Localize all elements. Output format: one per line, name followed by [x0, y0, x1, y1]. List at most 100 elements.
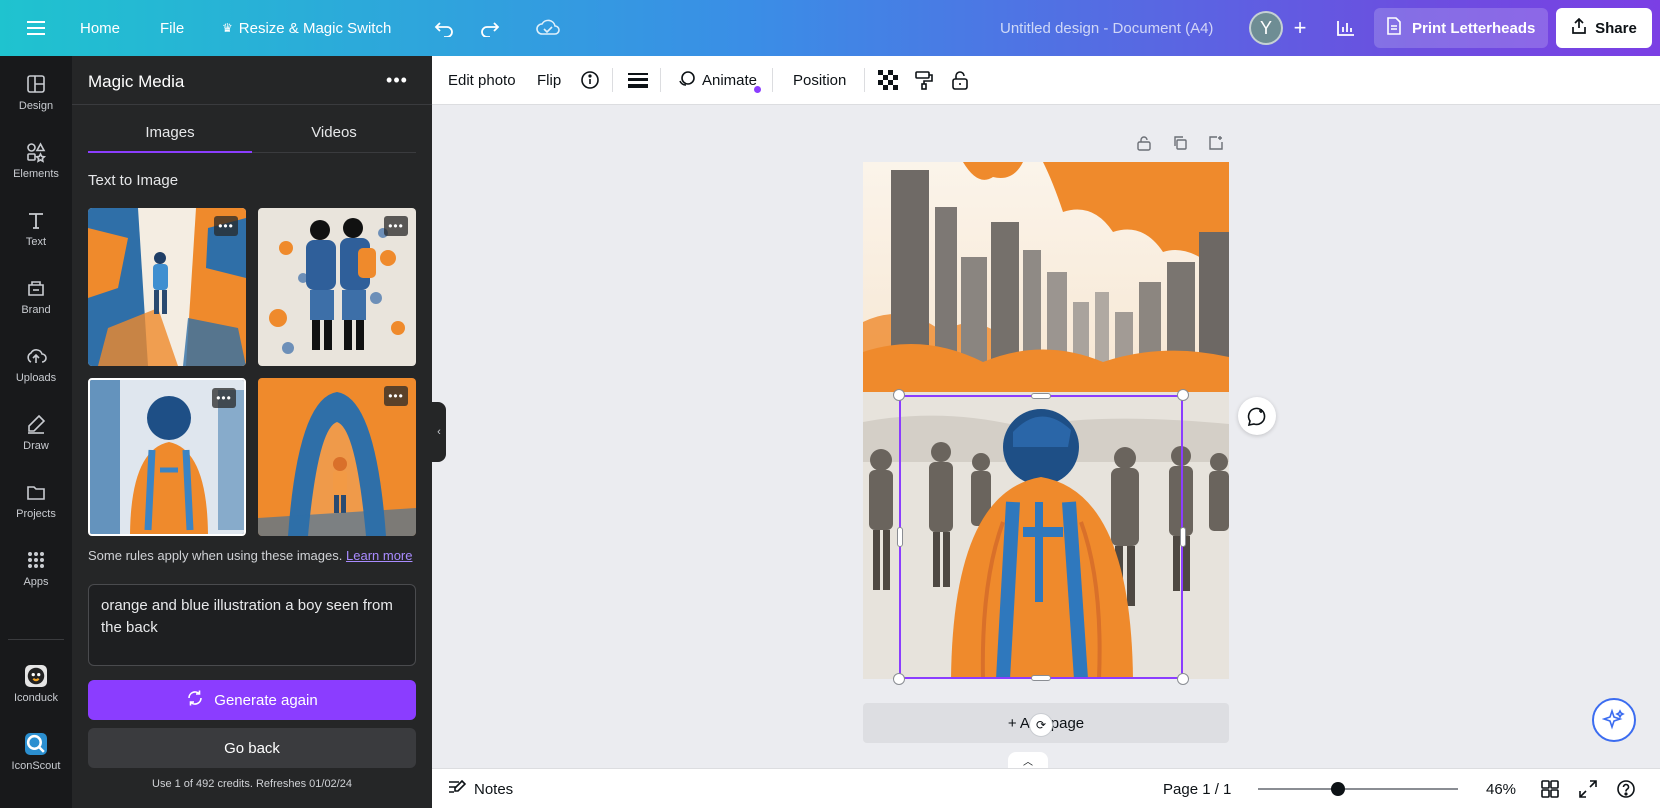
cloud-saved-icon[interactable] [532, 0, 564, 56]
text-icon [29, 212, 43, 229]
rail-divider [8, 639, 64, 640]
animate-button[interactable]: Animate [678, 56, 762, 104]
left-rail: Design Elements Text Brand Uploads Draw … [0, 56, 72, 808]
resize-magic-switch-button[interactable]: ♛ Resize & Magic Switch [222, 0, 391, 56]
transparency-icon[interactable] [876, 56, 900, 104]
animate-label: Animate [702, 71, 758, 89]
tab-images[interactable]: Images [88, 114, 252, 150]
rail-label: Brand [21, 303, 51, 316]
thumbnail-more-icon[interactable]: ••• [384, 216, 408, 236]
rail-item-brand[interactable]: Brand [0, 264, 72, 328]
rail-item-apps[interactable]: Apps [0, 536, 72, 600]
thumbnail-more-icon[interactable]: ••• [384, 386, 408, 406]
edit-photo-button[interactable]: Edit photo [448, 56, 516, 104]
zoom-slider-track[interactable] [1258, 788, 1458, 790]
section-title: Text to Image [88, 172, 179, 189]
print-letterheads-button[interactable]: Print Letterheads [1374, 8, 1548, 48]
rotate-handle-icon[interactable]: ⟳ [1029, 713, 1053, 737]
fullscreen-icon[interactable] [1576, 769, 1600, 808]
collapse-panel-chevron-icon[interactable]: ‹ [432, 402, 446, 462]
animate-label-wrap: Animate [702, 71, 762, 93]
add-comment-icon[interactable] [1238, 397, 1276, 435]
top-bar: Home File ♛ Resize & Magic Switch Untitl… [0, 0, 1660, 56]
menu-icon[interactable] [20, 0, 52, 56]
resize-handle-top[interactable] [1031, 393, 1051, 399]
lock-icon[interactable] [948, 56, 972, 104]
active-tab-indicator [88, 151, 252, 153]
generated-image-thumbnail[interactable]: ••• [258, 378, 416, 536]
magic-media-panel: Magic Media ••• Images Videos Text to Im… [72, 56, 432, 808]
brand-icon [28, 280, 44, 296]
resize-handle-top-right[interactable] [1177, 389, 1189, 401]
invite-plus-icon[interactable]: + [1286, 0, 1314, 56]
thumbnail-more-icon[interactable]: ••• [212, 388, 236, 408]
generate-again-button[interactable]: Generate again [88, 680, 416, 720]
print-label: Print Letterheads [1412, 19, 1536, 37]
redo-icon[interactable] [474, 0, 506, 56]
generated-image-thumbnail[interactable]: ••• [88, 208, 246, 366]
resize-handle-bottom-right[interactable] [1177, 673, 1189, 685]
context-toolbar: Edit photo Flip Animate Position [432, 56, 1660, 105]
rail-item-projects[interactable]: Projects [0, 468, 72, 532]
prompt-textarea[interactable]: orange and blue illustration a boy seen … [88, 584, 416, 666]
flip-button[interactable]: Flip [537, 56, 561, 104]
notes-button[interactable]: Notes [448, 769, 513, 808]
position-button[interactable]: Position [793, 56, 846, 104]
rail-item-design[interactable]: Design [0, 60, 72, 124]
iconduck-icon [25, 664, 47, 687]
resize-handle-bottom-left[interactable] [893, 673, 905, 685]
generated-image-thumbnail[interactable]: ••• [258, 208, 416, 366]
analytics-icon[interactable] [1330, 0, 1362, 56]
share-button[interactable]: Share [1556, 8, 1652, 48]
duplicate-page-icon[interactable] [1169, 132, 1191, 154]
rail-item-iconduck[interactable]: Iconduck [0, 652, 72, 716]
paint-roller-icon[interactable] [912, 56, 936, 104]
bottom-bar: Notes Page 1 / 1 46% [432, 768, 1660, 808]
document-title[interactable]: Untitled design - Document (A4) [1000, 0, 1213, 56]
resize-handle-left[interactable] [897, 527, 903, 547]
resize-handle-bottom[interactable] [1031, 675, 1051, 681]
home-button[interactable]: Home [80, 0, 120, 56]
panel-divider [72, 104, 432, 105]
user-avatar-button[interactable]: Y [1248, 0, 1284, 56]
credits-text: Use 1 of 492 credits. Refreshes 01/02/24 [152, 778, 352, 790]
refresh-icon [186, 689, 204, 711]
more-options-icon[interactable]: ••• [382, 68, 412, 92]
panel-title: Magic Media [88, 72, 185, 91]
rail-item-iconscout[interactable]: IconScout [0, 720, 72, 784]
rail-item-text[interactable]: Text [0, 196, 72, 260]
magic-assistant-sparkle-icon[interactable] [1592, 698, 1636, 742]
file-menu-button[interactable]: File [160, 0, 184, 56]
page-indicator[interactable]: Page 1 / 1 [1163, 769, 1231, 808]
share-icon [1571, 17, 1587, 38]
help-icon[interactable] [1614, 769, 1638, 808]
notes-icon [448, 779, 467, 799]
resize-handle-right[interactable] [1180, 527, 1186, 547]
show-pages-chevron-icon[interactable]: ︿ [1008, 752, 1048, 768]
info-icon[interactable] [578, 56, 602, 104]
border-style-icon[interactable] [626, 56, 650, 104]
learn-more-link[interactable]: Learn more [346, 548, 412, 563]
go-back-button[interactable]: Go back [88, 728, 416, 768]
rail-item-draw[interactable]: Draw [0, 400, 72, 464]
elements-icon [27, 141, 47, 163]
selection-frame[interactable] [899, 395, 1183, 679]
apps-icon [28, 551, 44, 568]
toolbar-divider [772, 68, 773, 92]
add-page-icon[interactable] [1205, 132, 1227, 154]
new-badge-dot [754, 85, 762, 93]
zoom-level[interactable]: 46% [1486, 769, 1516, 808]
resize-handle-top-left[interactable] [893, 389, 905, 401]
generated-image-thumbnail-selected[interactable]: ••• [88, 378, 246, 536]
rail-item-elements[interactable]: Elements [0, 128, 72, 192]
resize-label: Resize & Magic Switch [238, 19, 392, 37]
rail-item-uploads[interactable]: Uploads [0, 332, 72, 396]
rail-label: Draw [23, 439, 49, 452]
rail-label: Iconduck [13, 691, 59, 704]
page-lock-icon[interactable] [1133, 132, 1155, 154]
grid-view-icon[interactable] [1538, 769, 1562, 808]
zoom-slider-knob[interactable] [1331, 782, 1345, 796]
thumbnail-more-icon[interactable]: ••• [214, 216, 238, 236]
undo-icon[interactable] [428, 0, 460, 56]
tab-videos[interactable]: Videos [252, 114, 416, 150]
